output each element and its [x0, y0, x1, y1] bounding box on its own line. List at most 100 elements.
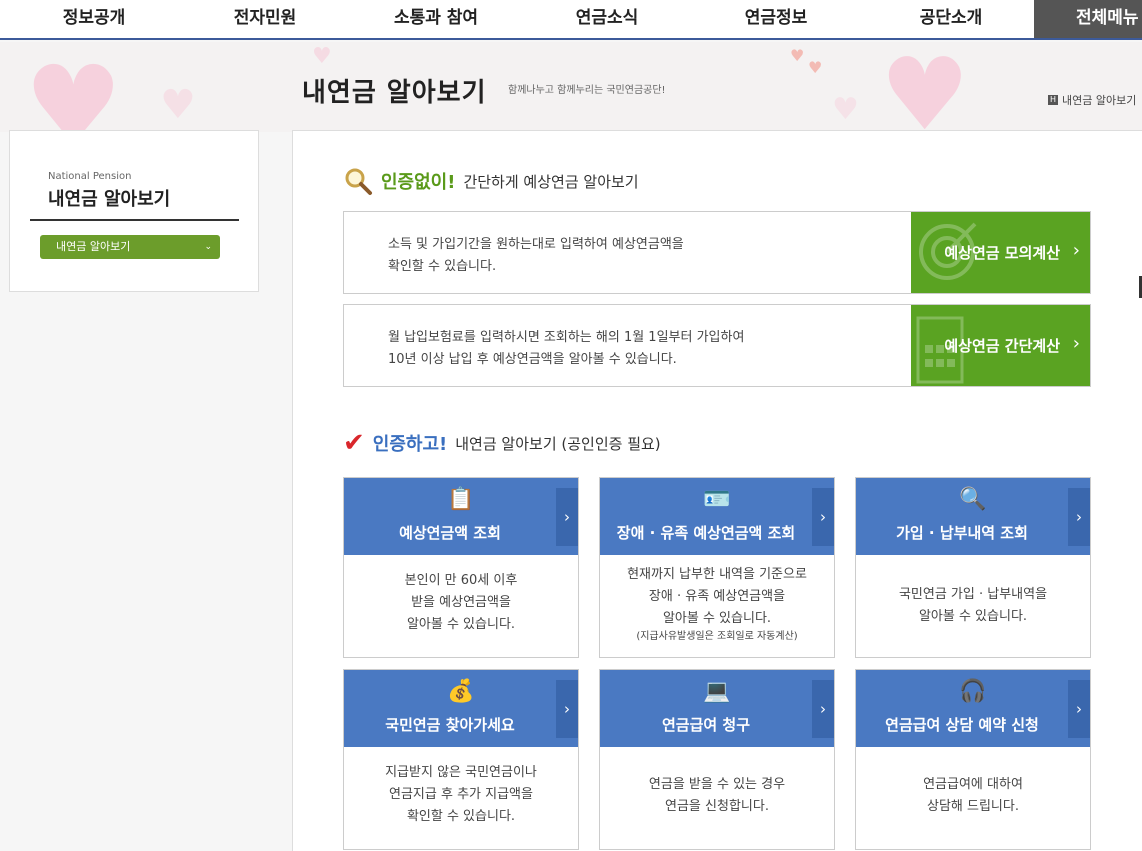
card-description: 지급받지 않은 국민연금이나 연금지급 후 추가 지급액을 확인할 수 있습니다…: [344, 762, 578, 828]
row-desc-line: 소득 및 가입기간을 원하는대로 입력하여 예상연금액을: [388, 237, 684, 252]
simple-calc-row: 월 납입보험료를 입력하시면 조회하는 해의 1월 1일부터 가입하여 10년 …: [343, 304, 1091, 387]
section-no-auth-header: 인증없이! 간단하게 예상연금 알아보기: [343, 166, 639, 196]
card-desc-line: 본인이 만 60세 이후: [404, 573, 518, 588]
breadcrumb: H 내연금 알아보기: [1048, 92, 1136, 108]
card-header: 📋 예상연금액 조회 ›: [344, 478, 578, 555]
nav-item-civil[interactable]: 전자민원: [188, 0, 342, 38]
card-desc-line: 국민연금 가입 · 납부내역을: [898, 587, 1048, 602]
row-desc-line: 10년 이상 납입 후 예상연금액을 알아볼 수 있습니다.: [388, 352, 677, 367]
document-icon: 📋: [447, 487, 475, 512]
sidebar-eng-title: National Pension: [48, 171, 132, 182]
card-header: 💰 국민연금 찾아가세요 ›: [344, 670, 578, 747]
card-desc-line: 알아볼 수 있습니다.: [918, 609, 1028, 624]
section-title: 간단하게 예상연금 알아보기: [463, 172, 639, 191]
card-enrollment-payment[interactable]: 🔍 가입 · 납부내역 조회 › 국민연금 가입 · 납부내역을 알아볼 수 있…: [855, 477, 1091, 658]
heart-decoration-icon: ♥: [312, 44, 332, 69]
heart-decoration-icon: ♥: [880, 42, 970, 132]
heart-decoration-icon: ♥: [832, 92, 859, 127]
chevron-down-icon: ⌄: [204, 242, 212, 252]
simulation-calc-button[interactable]: 예상연금 모의계산 ›: [911, 212, 1090, 293]
sidebar: National Pension 내연금 알아보기 내연금 알아보기 ⌄: [9, 130, 259, 292]
heart-decoration-icon: ♥: [808, 58, 823, 77]
global-nav: 정보공개 전자민원 소통과 참여 연금소식 연금정보 공단소개 전체메뉴: [0, 0, 1142, 40]
nav-item-communication[interactable]: 소통과 참여: [342, 0, 530, 38]
simple-calc-button[interactable]: 예상연금 간단계산 ›: [911, 305, 1090, 386]
card-desc-line: 알아볼 수 있습니다.: [662, 611, 772, 626]
card-benefit-claim[interactable]: 💻 연금급여 청구 › 연금을 받을 수 있는 경우 연금을 신청합니다.: [599, 669, 835, 850]
row-desc-line: 월 납입보험료를 입력하시면 조회하는 해의 1월 1일부터 가입하여: [388, 330, 745, 345]
card-consultation-booking[interactable]: 🎧 연금급여 상담 예약 신청 › 연금급여에 대하여 상담해 드립니다.: [855, 669, 1091, 850]
simulation-row: 소득 및 가입기간을 원하는대로 입력하여 예상연금액을 확인할 수 있습니다.…: [343, 211, 1091, 294]
card-desc-line: 지급받지 않은 국민연금이나: [385, 765, 537, 780]
page-subtitle: 함께나누고 함께누리는 국민연금공단!: [508, 85, 666, 96]
section-emphasis: 인증없이!: [381, 172, 456, 193]
chevron-right-icon[interactable]: ›: [812, 488, 834, 546]
card-title: 연금급여 상담 예약 신청: [885, 716, 1039, 734]
row-description: 소득 및 가입기간을 원하는대로 입력하여 예상연금액을 확인할 수 있습니다.: [388, 234, 684, 278]
card-description: 국민연금 가입 · 납부내역을 알아볼 수 있습니다.: [856, 584, 1090, 628]
card-expected-pension[interactable]: 📋 예상연금액 조회 › 본인이 만 60세 이후 받을 예상연금액을 알아볼 …: [343, 477, 579, 658]
all-menu-button[interactable]: 전체메뉴: [1034, 0, 1142, 38]
section-emphasis: 인증하고!: [372, 434, 448, 455]
laptop-won-icon: 💻: [703, 679, 731, 704]
card-desc-line: 연금급여에 대하여: [923, 777, 1023, 792]
chevron-right-icon: ›: [1072, 333, 1080, 354]
calculator-icon: [916, 316, 964, 384]
chevron-right-icon[interactable]: ›: [1068, 488, 1090, 546]
card-desc-line: 연금지급 후 추가 지급액을: [389, 787, 533, 802]
row-desc-line: 확인할 수 있습니다.: [388, 259, 497, 274]
heart-decoration-icon: ♥: [160, 82, 196, 128]
card-description: 본인이 만 60세 이후 받을 예상연금액을 알아볼 수 있습니다.: [344, 570, 578, 636]
card-header: 🪪 장애 · 유족 예상연금액 조회 ›: [600, 478, 834, 555]
heart-decoration-icon: ♥: [24, 42, 123, 132]
card-find-pension[interactable]: 💰 국민연금 찾아가세요 › 지급받지 않은 국민연금이나 연금지급 후 추가 …: [343, 669, 579, 850]
card-desc-line: 장애 · 유족 예상연금액을: [648, 589, 786, 604]
card-title: 연금급여 청구: [661, 716, 751, 734]
headset-icon: 🎧: [959, 679, 987, 704]
nav-item-info[interactable]: 정보공개: [0, 0, 188, 38]
nav-item-about[interactable]: 공단소개: [868, 0, 1034, 38]
home-icon[interactable]: H: [1048, 95, 1058, 105]
page-title: 내연금 알아보기: [302, 78, 487, 108]
nps-bag-icon: 💰: [447, 679, 475, 704]
card-title: 장애 · 유족 예상연금액 조회: [616, 524, 796, 542]
card-desc-line: 상담해 드립니다.: [927, 799, 1019, 814]
heart-decoration-icon: ♥: [790, 46, 805, 65]
chevron-right-icon[interactable]: ›: [556, 680, 578, 738]
card-note: (지급사유발생일은 조회일로 자동계산): [636, 631, 798, 642]
row-description: 월 납입보험료를 입력하시면 조회하는 해의 1월 1일부터 가입하여 10년 …: [388, 327, 744, 371]
sidebar-item-my-pension[interactable]: 내연금 알아보기 ⌄: [40, 235, 220, 259]
card-disability-survivor[interactable]: 🪪 장애 · 유족 예상연금액 조회 › 현재까지 납부한 내역을 기준으로 장…: [599, 477, 835, 658]
checkmark-icon: ✔: [343, 428, 365, 458]
section-auth-header: ✔ 인증하고! 내연금 알아보기 (공인인증 필요): [343, 428, 661, 458]
chevron-right-icon[interactable]: ›: [556, 488, 578, 546]
breadcrumb-current[interactable]: 내연금 알아보기: [1062, 92, 1136, 108]
chevron-right-icon: ›: [1072, 240, 1080, 261]
card-header: 🔍 가입 · 납부내역 조회 ›: [856, 478, 1090, 555]
card-description: 연금급여에 대하여 상담해 드립니다.: [856, 774, 1090, 818]
card-header: 🎧 연금급여 상담 예약 신청 ›: [856, 670, 1090, 747]
card-description: 현재까지 납부한 내역을 기준으로 장애 · 유족 예상연금액을 알아볼 수 있…: [600, 564, 834, 644]
target-icon: [919, 222, 977, 280]
chevron-right-icon[interactable]: ›: [812, 680, 834, 738]
nav-item-pension-info[interactable]: 연금정보: [684, 0, 868, 38]
sidebar-item-label: 내연금 알아보기: [56, 240, 131, 253]
sidebar-divider: [30, 219, 239, 221]
card-title: 국민연금 찾아가세요: [385, 716, 515, 734]
magnifier-icon: [345, 168, 372, 195]
id-card-icon: 🪪: [703, 487, 731, 512]
card-header: 💻 연금급여 청구 ›: [600, 670, 834, 747]
card-desc-line: 연금을 신청합니다.: [665, 799, 769, 814]
sidebar-title: 내연금 알아보기: [48, 189, 171, 210]
card-title: 가입 · 납부내역 조회: [896, 524, 1028, 542]
card-title: 예상연금액 조회: [399, 524, 501, 542]
card-desc-line: 받을 예상연금액을: [411, 595, 511, 610]
card-desc-line: 현재까지 납부한 내역을 기준으로: [627, 567, 807, 582]
chevron-right-icon[interactable]: ›: [1068, 680, 1090, 738]
nav-item-news[interactable]: 연금소식: [530, 0, 684, 38]
magnifier-icon: 🔍: [959, 487, 987, 512]
card-description: 연금을 받을 수 있는 경우 연금을 신청합니다.: [600, 774, 834, 818]
card-desc-line: 확인할 수 있습니다.: [406, 809, 516, 824]
card-desc-line: 알아볼 수 있습니다.: [406, 617, 516, 632]
section-title: 내연금 알아보기 (공인인증 필요): [455, 434, 661, 453]
